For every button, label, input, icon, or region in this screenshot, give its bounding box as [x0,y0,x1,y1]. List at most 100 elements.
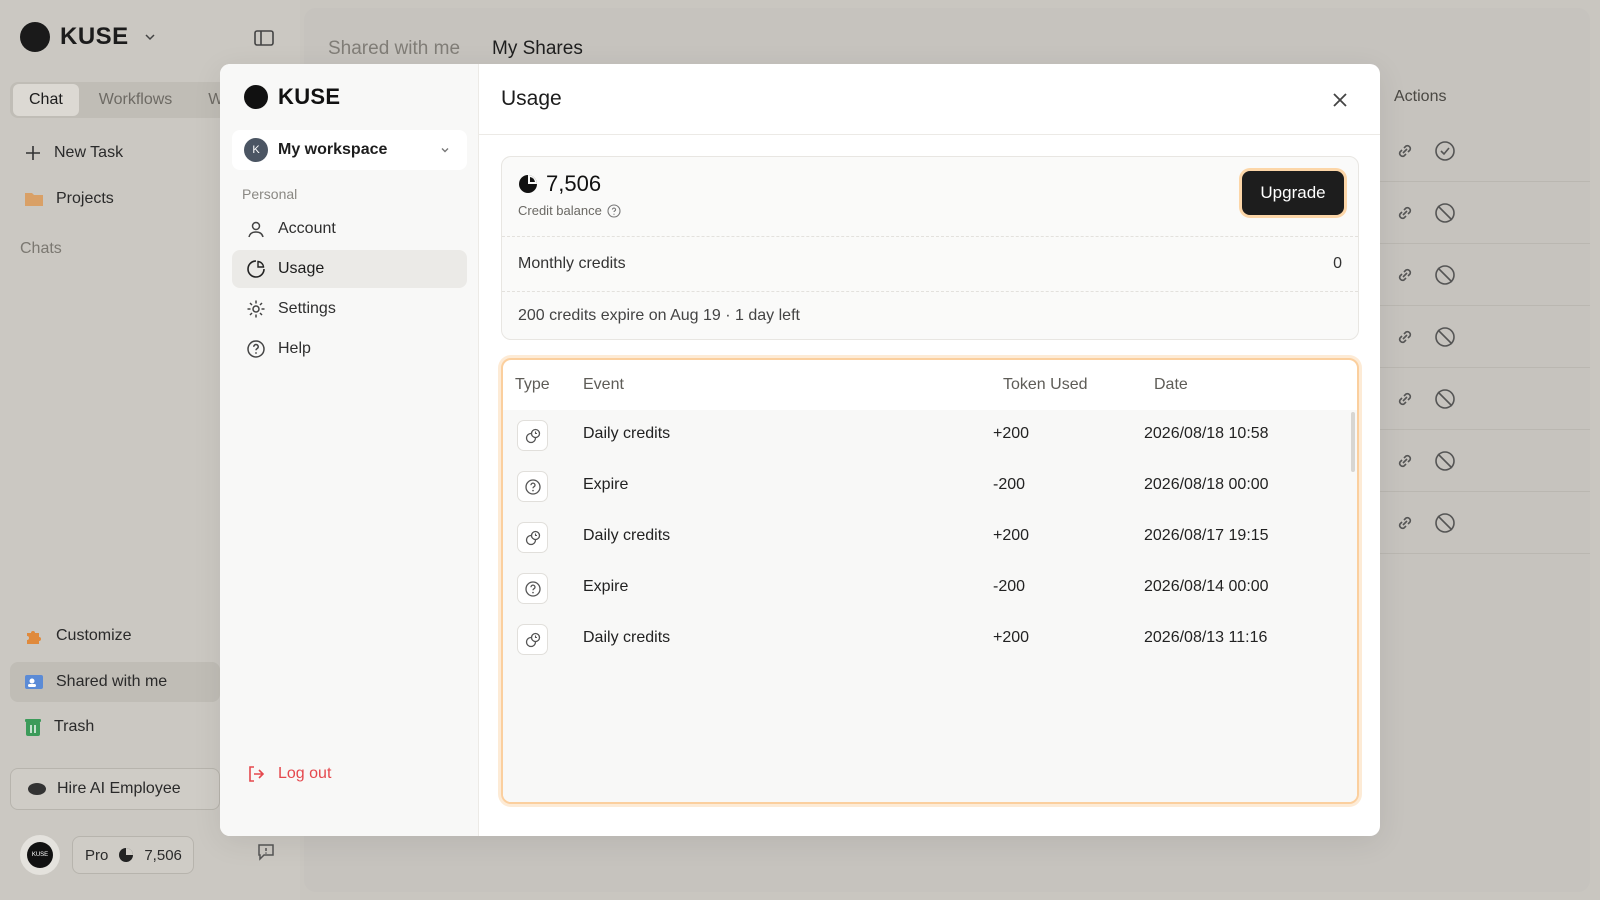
link-icon[interactable] [1394,202,1416,224]
credit-balance: 7,506 [518,171,601,197]
modal-brand-name: KUSE [278,84,341,109]
event-cell: Expire [583,476,629,493]
event-cell: Daily credits [583,527,671,544]
puzzle-icon [27,631,41,644]
event-cell: Daily credits [583,425,671,442]
tokens-cell: -200 [993,578,1026,595]
unshare-icon[interactable] [1434,326,1456,348]
table-row: Expire -200 2026/08/18 00:00 [503,461,1357,512]
unshare-icon[interactable] [1434,512,1456,534]
credit-balance-value: 7,506 [546,171,602,196]
sidebar-toggle-icon[interactable] [252,26,276,50]
new-task-label: New Task [54,144,124,161]
brand-name: KUSE [60,23,129,50]
unshare-icon[interactable] [1434,202,1456,224]
nav-item-account[interactable]: Account [232,210,467,248]
usage-table-body[interactable]: Daily credits +200 2026/08/18 10:58 Expi… [503,410,1357,802]
tab-workflows[interactable]: Workflows [83,84,189,116]
trash-label: Trash [54,718,95,735]
nav-item-settings[interactable]: Settings [232,290,467,328]
shared-with-me-link[interactable]: Shared with me [10,662,220,702]
link-icon[interactable] [1394,388,1416,410]
actions-column-header: Actions [1394,88,1447,105]
chevron-down-icon [145,34,155,41]
tab-my-shares[interactable]: My Shares [492,38,583,60]
credits-icon [517,522,548,553]
nav-item-usage[interactable]: Usage [232,250,467,288]
table-row: Expire -200 2026/08/14 00:00 [503,563,1357,614]
nav-item-label: Settings [278,300,336,317]
share-row-actions [1380,492,1590,554]
nav-item-help[interactable]: Help [232,330,467,368]
help-icon [517,573,548,604]
trash-link[interactable]: Trash [10,707,220,747]
user-icon [248,221,264,238]
date-cell: 2026/08/18 10:58 [1144,425,1269,442]
logout-label: Log out [278,765,332,782]
nav-item-label: Help [278,340,311,357]
credits-icon [119,848,134,862]
page-title: Usage [501,87,562,110]
monthly-credits-row: Monthly credits 0 [502,237,1358,292]
projects-label: Projects [56,190,114,207]
event-cell: Daily credits [583,629,671,646]
share-tabs: Shared with me My Shares [328,38,583,60]
link-icon[interactable] [1394,450,1416,472]
usage-icon [247,260,265,278]
help-icon [247,340,265,358]
unshare-icon[interactable] [1434,450,1456,472]
modal-header: Usage [479,64,1380,135]
share-row-actions [1380,430,1590,492]
date-cell: 2026/08/17 19:15 [1144,527,1269,544]
upgrade-button[interactable]: Upgrade [1242,171,1344,215]
logout-icon [249,766,265,782]
hire-ai-employee-button[interactable]: Hire AI Employee [10,768,220,810]
table-row: Daily credits +200 2026/08/13 11:16 [503,614,1357,665]
close-icon[interactable] [1328,88,1352,112]
tab-chat[interactable]: Chat [13,84,79,116]
brand-logo [20,22,50,52]
plan-label: Pro [85,846,109,864]
customize-link[interactable]: Customize [10,616,220,656]
check-circle-icon[interactable] [1434,140,1456,162]
share-row-actions [1380,306,1590,368]
workspace-name: My workspace [278,141,388,158]
modal-brand: KUSE [244,84,340,110]
workspace-switcher[interactable]: KUSE [20,22,157,52]
link-icon[interactable] [1394,512,1416,534]
share-row-actions [1380,182,1590,244]
folder-icon [25,193,43,206]
shared-icon [25,675,43,689]
chevron-down-icon [441,148,449,153]
unshare-icon[interactable] [1434,388,1456,410]
link-icon[interactable] [1394,326,1416,348]
column-header-token-used: Token Used [1003,376,1088,393]
gear-icon [247,300,265,318]
credit-expiry-note: 200 credits expire on Aug 19 · 1 day lef… [518,307,800,324]
help-icon [517,471,548,502]
link-icon[interactable] [1394,264,1416,286]
workspace-select[interactable]: K My workspace [232,130,467,170]
date-cell: 2026/08/13 11:16 [1144,629,1268,646]
credit-balance-text: Credit balance [518,203,602,218]
help-icon[interactable] [607,203,621,218]
chats-section-label: Chats [20,240,62,257]
tab-shared-with-me[interactable]: Shared with me [328,38,460,60]
unshare-icon[interactable] [1434,264,1456,286]
hire-ai-label: Hire AI Employee [57,780,181,797]
customize-label: Customize [56,627,132,644]
table-row: Daily credits +200 2026/08/17 19:15 [503,512,1357,563]
link-icon[interactable] [1394,140,1416,162]
column-header-event: Event [583,376,624,393]
new-task-button[interactable]: New Task [24,144,123,162]
user-avatar[interactable]: KUSE [20,835,60,875]
nav-section-personal: Personal [242,186,298,202]
logout-button[interactable]: Log out [246,764,331,784]
usage-table: Type Event Token Used Date Daily credits… [501,358,1359,804]
feedback-icon[interactable] [256,842,276,862]
credits-icon [517,624,548,655]
projects-link[interactable]: Projects [24,190,114,208]
plan-badge[interactable]: Pro 7,506 [72,836,194,874]
settings-modal: KUSE K My workspace Personal Account Usa… [220,64,1380,836]
avatar-logo: KUSE [27,842,53,868]
